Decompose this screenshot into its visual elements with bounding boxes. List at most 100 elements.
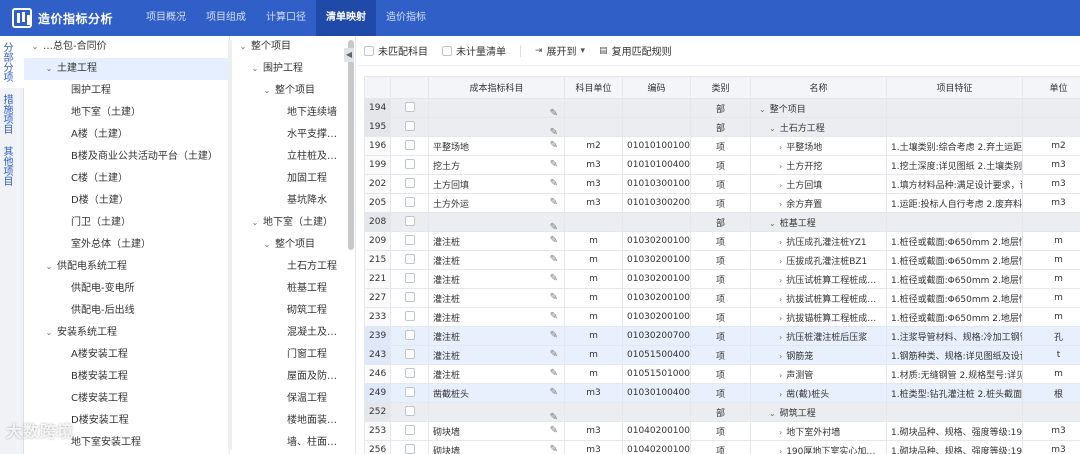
edit-icon[interactable]: ✎ (550, 412, 558, 421)
subject-cell[interactable]: 土方回填 ✎ (428, 174, 565, 194)
edit-icon[interactable]: ✎ (550, 140, 558, 151)
table-row[interactable]: 243 灌注桩 ✎ m 010515004002 项 › 钢筋笼 1.钢筋种类、规格:详见图纸及… (364, 345, 1080, 365)
row-checkbox[interactable] (404, 424, 415, 435)
row-checkbox[interactable] (404, 329, 415, 340)
chevron-right-icon[interactable]: › (779, 314, 782, 323)
section-tree-item[interactable]: 墙、柱面… (232, 432, 355, 454)
project-tree-item[interactable]: ⌄ 供配电系统工程 (24, 256, 229, 278)
chevron-right-icon[interactable]: › (779, 276, 782, 285)
chevron-down-icon[interactable]: ⌄ (238, 36, 248, 58)
project-tree-item[interactable]: C楼安装工程 (24, 388, 229, 410)
collapse-panel-icon[interactable]: ◀ (344, 48, 354, 62)
edit-icon[interactable]: ✎ (550, 368, 558, 379)
section-tree-item[interactable]: 土石方工程 (232, 256, 355, 278)
unmatched-filter-checkbox[interactable]: 未匹配科目 (364, 43, 428, 58)
chevron-right-icon[interactable]: › (779, 143, 782, 152)
project-tree-item[interactable]: ⌄ 安装系统工程 (24, 322, 229, 344)
chevron-right-icon[interactable]: › (779, 352, 782, 361)
edit-icon[interactable]: ✎ (550, 330, 558, 341)
chevron-down-icon[interactable]: ⌄ (262, 80, 272, 102)
column-header-3[interactable]: 科目单位 (564, 76, 623, 99)
section-tree-scrollbar[interactable] (348, 40, 354, 250)
section-tree-item[interactable]: ⌄ 围护工程 (232, 58, 355, 80)
project-tree-item[interactable]: C楼（土建） (24, 168, 229, 190)
row-checkbox[interactable] (404, 348, 415, 359)
column-header-8[interactable]: 单位 (1022, 76, 1080, 99)
edit-icon[interactable]: ✎ (550, 444, 558, 454)
row-checkbox[interactable] (404, 234, 415, 245)
nav-tab-1[interactable]: 项目组成 (196, 0, 256, 36)
unmeasured-filter-checkbox[interactable]: 未计量清单 (442, 43, 506, 58)
expand-to-button[interactable]: ⇥ 展开到 ▾ (535, 43, 585, 59)
nav-tab-0[interactable]: 项目概况 (136, 0, 196, 36)
subject-cell[interactable]: 灌注桩 ✎ (428, 288, 565, 308)
edit-icon[interactable]: ✎ (550, 197, 558, 208)
edit-icon[interactable]: ✎ (550, 311, 558, 322)
nav-tab-3[interactable]: 清单映射 (316, 0, 376, 36)
section-tree-item[interactable]: 地下连续墙 (232, 102, 355, 124)
section-tree-item[interactable]: 屋面及防… (232, 366, 355, 388)
row-checkbox[interactable] (404, 139, 415, 150)
chevron-down-icon[interactable]: ⌄ (30, 36, 40, 58)
edit-icon[interactable]: ✎ (550, 425, 558, 436)
section-tree-item[interactable]: 门窗工程 (232, 344, 355, 366)
project-tree-item[interactable]: D楼（土建） (24, 190, 229, 212)
row-checkbox[interactable] (404, 196, 415, 207)
section-tree-item[interactable]: 桩基工程 (232, 278, 355, 300)
edit-icon[interactable]: ✎ (550, 292, 558, 303)
subject-cell[interactable]: 平整场地 ✎ (428, 136, 565, 156)
chevron-right-icon[interactable]: › (779, 238, 782, 247)
chevron-down-icon[interactable]: ⌄ (44, 58, 54, 80)
section-tree-item[interactable]: 水平支撑… (232, 124, 355, 146)
section-tree-item[interactable]: ⌄ 整个项目 (232, 80, 355, 102)
subject-cell[interactable]: 凿截桩头 ✎ (428, 383, 565, 403)
section-tree-item[interactable]: 立柱桩及… (232, 146, 355, 168)
table-row[interactable]: 205 土方外运 ✎ m3 010103002001 项 › 余方弃置 1.运距:投标人自行考虑… (364, 193, 1080, 213)
vertical-tab-2[interactable]: 其他项目 (0, 140, 24, 192)
section-tree-item[interactable]: 楼地面装… (232, 410, 355, 432)
section-tree-item[interactable]: 砌筑工程 (232, 300, 355, 322)
project-tree-item[interactable]: B楼及商业公共活动平台（土建） (24, 146, 229, 168)
project-tree-item[interactable]: 室外总体（土建） (24, 234, 229, 256)
chevron-down-icon[interactable]: ⌄ (250, 58, 260, 80)
subject-cell[interactable]: 砌块墙 ✎ (428, 440, 565, 454)
chevron-right-icon[interactable]: › (779, 390, 782, 399)
subject-cell[interactable]: 砌块墙 ✎ (428, 421, 565, 441)
chevron-down-icon[interactable]: ⌄ (250, 212, 260, 234)
table-row[interactable]: 227 灌注桩 ✎ m 010302001004 项 › 抗拔试桩算工程桩成… 1.桩径或截面:… (364, 288, 1080, 308)
chevron-right-icon[interactable]: › (779, 181, 782, 190)
chevron-right-icon[interactable]: › (779, 295, 782, 304)
row-checkbox[interactable] (404, 158, 415, 169)
row-checkbox[interactable] (404, 177, 415, 188)
edit-icon[interactable]: ✎ (550, 273, 558, 284)
table-row[interactable]: 202 土方回填 ✎ m3 010103001001 项 › 土方回填 1.填方材料品种:满足设… (364, 174, 1080, 194)
nav-tab-2[interactable]: 计算口径 (256, 0, 316, 36)
project-tree-item[interactable]: 供配电-变电所 (24, 278, 229, 300)
chevron-down-icon[interactable]: ⌄ (262, 234, 272, 256)
row-checkbox[interactable] (404, 310, 415, 321)
vertical-tab-1[interactable]: 措施项目 (0, 88, 24, 140)
table-row[interactable]: 256 砌块墙 ✎ m3 010402001002 项 › 190厚地下室实心加… 1.砌块品种… (364, 440, 1080, 454)
row-checkbox[interactable] (404, 215, 415, 226)
subject-cell[interactable]: ✎ (428, 402, 565, 422)
column-header-6[interactable]: 名称 (750, 76, 887, 99)
row-checkbox[interactable] (404, 405, 415, 416)
table-row[interactable]: 209 灌注桩 ✎ m 010302001001 项 › 抗压成孔灌注桩YZ1 1.桩径或截面:… (364, 231, 1080, 251)
vertical-tab-0[interactable]: 分部分项 (0, 36, 24, 88)
subject-cell[interactable]: 灌注桩 ✎ (428, 231, 565, 251)
chevron-down-icon[interactable]: ⌄ (769, 219, 776, 228)
table-row[interactable]: 239 灌注桩 ✎ m 010302007001 项 › 抗压桩灌注桩后压浆 1.注浆导管材料、… (364, 326, 1080, 346)
edit-icon[interactable]: ✎ (550, 254, 558, 265)
chevron-right-icon[interactable]: › (779, 447, 782, 454)
section-tree-item[interactable]: 保温工程 (232, 388, 355, 410)
chevron-down-icon[interactable]: ⌄ (759, 105, 766, 114)
edit-icon[interactable]: ✎ (550, 235, 558, 246)
subject-cell[interactable]: 灌注桩 ✎ (428, 364, 565, 384)
table-row[interactable]: 196 平整场地 ✎ m2 010101001001 项 › 平整场地 1.土壤类别:综合考虑 … (364, 136, 1080, 156)
subject-cell[interactable]: 挖土方 ✎ (428, 155, 565, 175)
section-tree-item[interactable]: 基坑降水 (232, 190, 355, 212)
row-checkbox[interactable] (404, 443, 415, 454)
subject-cell[interactable]: ✎ (428, 212, 565, 232)
project-tree-item[interactable]: ⌄ …总包-合同价 (24, 36, 229, 58)
section-tree-item[interactable]: ⌄ 整个项目 (232, 234, 355, 256)
